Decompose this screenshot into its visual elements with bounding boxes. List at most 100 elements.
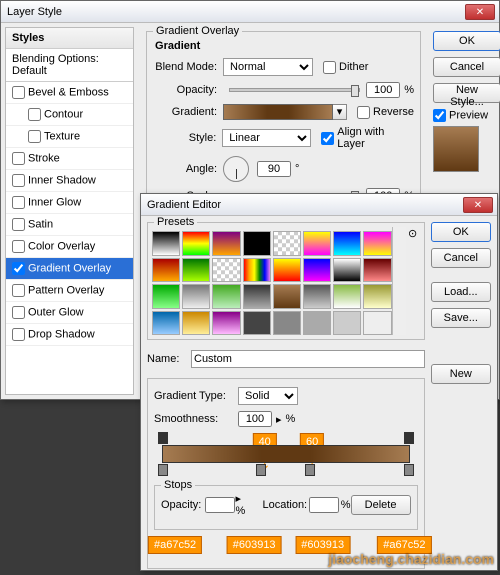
preset-swatch[interactable]	[182, 311, 210, 336]
style-item-contour[interactable]: Contour	[6, 104, 133, 126]
scrollbar[interactable]	[392, 227, 406, 335]
style-item-outer-glow[interactable]: Outer Glow	[6, 302, 133, 324]
opacity-slider[interactable]	[229, 88, 360, 92]
preset-swatch[interactable]	[303, 311, 331, 336]
style-checkbox[interactable]	[12, 218, 25, 231]
preset-swatch[interactable]	[243, 284, 271, 309]
angle-dial[interactable]	[223, 156, 249, 182]
style-item-satin[interactable]: Satin	[6, 214, 133, 236]
style-item-bevel-emboss[interactable]: Bevel & Emboss	[6, 82, 133, 104]
style-checkbox[interactable]	[12, 262, 25, 275]
delete-stop-button[interactable]: Delete	[351, 495, 411, 515]
style-item-texture[interactable]: Texture	[6, 126, 133, 148]
smoothness-value[interactable]	[238, 411, 272, 427]
new-style-button[interactable]: New Style...	[433, 83, 500, 103]
preset-swatch[interactable]	[333, 284, 361, 309]
opacity-stop[interactable]	[158, 432, 168, 444]
preset-swatch[interactable]	[303, 258, 331, 283]
close-icon[interactable]: ✕	[465, 4, 495, 20]
style-item-drop-shadow[interactable]: Drop Shadow	[6, 324, 133, 346]
style-checkbox[interactable]	[12, 196, 25, 209]
style-item-stroke[interactable]: Stroke	[6, 148, 133, 170]
gradient-swatch[interactable]	[223, 104, 333, 120]
style-item-inner-shadow[interactable]: Inner Shadow	[6, 170, 133, 192]
blend-mode-select[interactable]: Normal	[223, 58, 313, 76]
name-input[interactable]	[191, 350, 425, 368]
preset-swatch[interactable]	[243, 258, 271, 283]
preset-swatch[interactable]	[333, 311, 361, 336]
stop-opacity-value[interactable]	[205, 497, 235, 513]
style-checkbox[interactable]	[12, 306, 25, 319]
style-checkbox[interactable]	[12, 174, 25, 187]
chevron-down-icon[interactable]: ▾	[333, 104, 347, 120]
preset-swatch[interactable]	[363, 284, 391, 309]
preset-swatch[interactable]	[152, 284, 180, 309]
color-stop[interactable]	[256, 464, 266, 476]
preset-swatch[interactable]	[182, 284, 210, 309]
cancel-button[interactable]: Cancel	[433, 57, 500, 77]
close-icon[interactable]: ✕	[463, 197, 493, 213]
styles-header[interactable]: Styles	[6, 28, 133, 49]
preset-swatch[interactable]	[243, 231, 271, 256]
preset-swatch[interactable]	[212, 284, 240, 309]
ok-button[interactable]: OK	[433, 31, 500, 51]
cancel-button[interactable]: Cancel	[431, 248, 491, 268]
style-item-pattern-overlay[interactable]: Pattern Overlay	[6, 280, 133, 302]
style-checkbox[interactable]	[12, 328, 25, 341]
preset-swatch[interactable]	[303, 231, 331, 256]
style-checkbox[interactable]	[28, 130, 41, 143]
preset-swatch[interactable]	[152, 258, 180, 283]
style-checkbox[interactable]	[12, 152, 25, 165]
angle-value[interactable]	[257, 161, 291, 177]
presets-menu-icon[interactable]: ⊙	[406, 227, 420, 335]
new-button[interactable]: New	[431, 364, 491, 384]
style-checkbox[interactable]	[12, 86, 25, 99]
blending-options-item[interactable]: Blending Options: Default	[6, 49, 133, 82]
preset-swatch[interactable]	[273, 284, 301, 309]
save-button[interactable]: Save...	[431, 308, 491, 328]
preset-swatch[interactable]	[363, 311, 391, 336]
preset-swatch[interactable]	[303, 284, 331, 309]
gradient-editor-titlebar[interactable]: Gradient Editor ✕	[141, 194, 497, 216]
load-button[interactable]: Load...	[431, 282, 491, 302]
preset-swatch[interactable]	[182, 258, 210, 283]
preset-swatch[interactable]	[182, 231, 210, 256]
gradient-type-select[interactable]: Solid	[238, 387, 298, 405]
preset-swatch[interactable]	[273, 258, 301, 283]
preset-swatch[interactable]	[152, 231, 180, 256]
preset-swatch[interactable]	[273, 231, 301, 256]
preset-swatch[interactable]	[363, 258, 391, 283]
color-stop[interactable]	[404, 464, 414, 476]
stop-location-value[interactable]	[309, 497, 339, 513]
preset-swatch[interactable]	[333, 231, 361, 256]
preset-swatch[interactable]	[152, 311, 180, 336]
reverse-checkbox[interactable]	[357, 106, 370, 119]
preset-swatch[interactable]	[243, 311, 271, 336]
layer-style-titlebar[interactable]: Layer Style ✕	[1, 1, 499, 23]
preset-swatch[interactable]	[212, 311, 240, 336]
style-checkbox[interactable]	[12, 284, 25, 297]
preset-swatch[interactable]	[212, 231, 240, 256]
style-checkbox[interactable]	[12, 240, 25, 253]
preset-swatch[interactable]	[333, 258, 361, 283]
dither-checkbox[interactable]	[323, 61, 336, 74]
preview-checkbox[interactable]	[433, 109, 446, 122]
ok-button[interactable]: OK	[431, 222, 491, 242]
preset-swatch[interactable]	[212, 258, 240, 283]
gradient-track[interactable]	[162, 445, 410, 463]
blend-mode-label: Blend Mode:	[153, 61, 223, 73]
style-item-inner-glow[interactable]: Inner Glow	[6, 192, 133, 214]
color-stop[interactable]	[305, 464, 315, 476]
opacity-stop[interactable]	[404, 432, 414, 444]
reverse-label: Reverse	[373, 106, 414, 118]
style-select[interactable]: Linear	[222, 129, 311, 147]
preset-swatch[interactable]	[363, 231, 391, 256]
align-checkbox[interactable]	[321, 132, 334, 145]
style-item-color-overlay[interactable]: Color Overlay	[6, 236, 133, 258]
style-checkbox[interactable]	[28, 108, 41, 121]
style-item-gradient-overlay[interactable]: Gradient Overlay	[6, 258, 133, 280]
styles-sidebar: Styles Blending Options: Default Bevel &…	[5, 27, 134, 395]
preset-swatch[interactable]	[273, 311, 301, 336]
opacity-value[interactable]	[366, 82, 400, 98]
color-stop[interactable]	[158, 464, 168, 476]
